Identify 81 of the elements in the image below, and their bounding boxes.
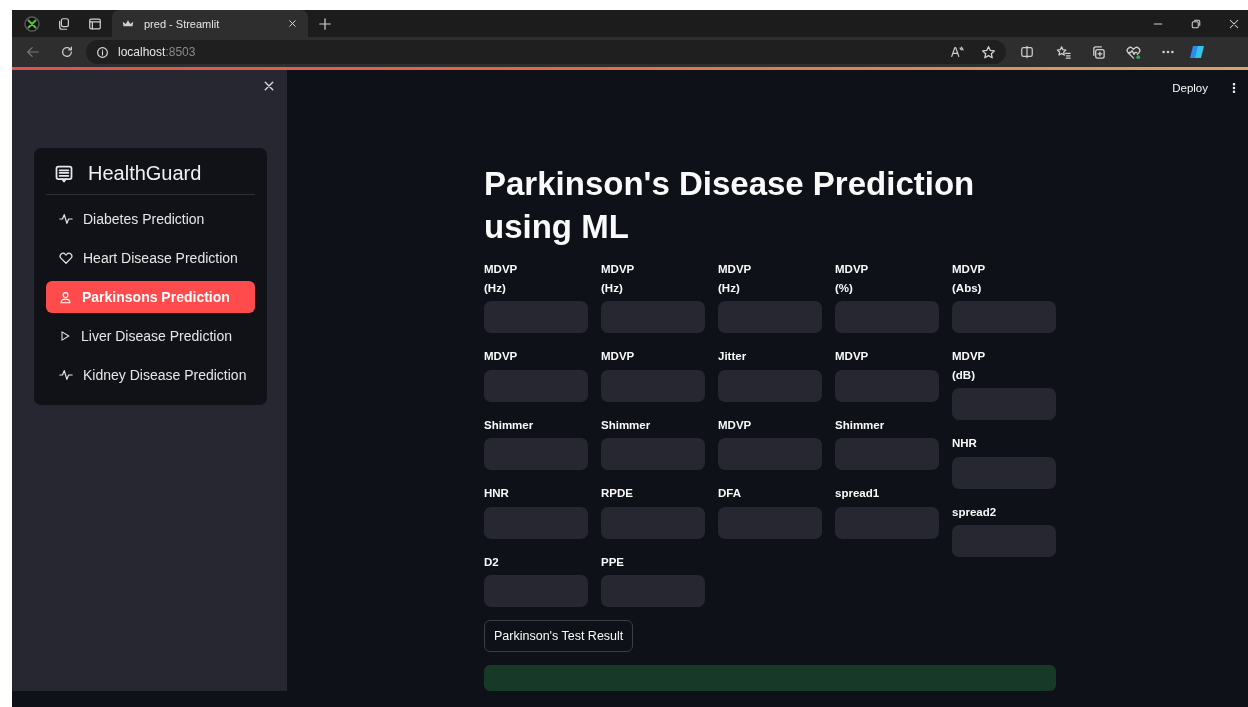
number-input[interactable] (835, 369, 939, 402)
number-input[interactable] (835, 438, 939, 470)
field-label: spread2 (952, 504, 998, 520)
page-heading: Parkinson's Disease Prediction using ML (484, 164, 976, 247)
nav-item[interactable]: Liver Disease Prediction (46, 320, 255, 352)
number-input[interactable] (484, 301, 588, 333)
nav-item[interactable]: Kidney Disease Prediction (46, 359, 255, 391)
tab-title: pred - Streamlit (144, 17, 221, 30)
number-input[interactable] (484, 506, 588, 539)
pulse-icon (59, 212, 73, 226)
field-label: MDVP (%) (835, 262, 870, 296)
number-input[interactable] (718, 369, 822, 402)
test-result-button[interactable]: Parkinson's Test Result (484, 620, 634, 652)
field-label: MDVP (Hz) (718, 262, 753, 296)
field-label: PPE (601, 554, 625, 570)
field-label: MDVP (Hz) (484, 262, 519, 296)
number-input[interactable] (952, 388, 1056, 420)
number-input[interactable] (484, 369, 588, 402)
new-tab-icon[interactable] (318, 16, 332, 31)
number-input[interactable] (718, 301, 822, 333)
field-label: MDVP (Hz) (601, 262, 636, 296)
number-input[interactable] (601, 438, 705, 470)
number-input[interactable] (835, 301, 939, 333)
field-label: HNR (484, 486, 510, 501)
number-input[interactable] (601, 575, 705, 607)
app-title: HealthGuard (88, 162, 202, 185)
field-label: MDVP (Abs) (952, 262, 987, 296)
heart-pulse-icon[interactable] (1126, 44, 1141, 60)
number-input[interactable] (952, 301, 1056, 333)
number-input[interactable] (718, 506, 822, 539)
field-label: Shimmer (835, 417, 886, 433)
triangle-icon (59, 330, 71, 342)
close-icon[interactable] (263, 80, 275, 92)
number-input[interactable] (601, 369, 705, 402)
workspaces-icon[interactable] (57, 16, 71, 31)
split-screen-icon[interactable] (1020, 45, 1034, 59)
address-bar[interactable]: localhost:8503 (86, 40, 1006, 64)
number-input[interactable] (952, 525, 1056, 557)
field-label: MDVP (601, 349, 636, 364)
deploy-button[interactable]: Deploy (1172, 82, 1208, 94)
number-input[interactable] (835, 506, 939, 539)
menu-card-icon (54, 163, 74, 184)
field-label: MDVP (dB) (952, 349, 987, 383)
read-aloud-icon[interactable] (950, 45, 964, 59)
browser-tab[interactable]: pred - Streamlit (112, 10, 308, 37)
profile-icon[interactable] (24, 15, 40, 32)
back-icon[interactable] (26, 45, 40, 59)
close-icon[interactable] (1228, 17, 1240, 30)
nav-item[interactable]: Diabetes Prediction (46, 203, 255, 235)
url-port: :8503 (165, 45, 196, 59)
tab-actions-icon[interactable] (88, 16, 102, 31)
field-label: NHR (952, 436, 978, 451)
field-label: MDVP (718, 417, 753, 433)
person-icon (59, 290, 72, 304)
field-label: Shimmer (484, 417, 535, 433)
field-label: MDVP (835, 349, 870, 364)
heart-icon (59, 251, 73, 265)
favorites-icon[interactable] (1056, 44, 1071, 60)
number-input[interactable] (601, 301, 705, 333)
copilot-icon[interactable] (1189, 44, 1205, 60)
number-input[interactable] (601, 506, 705, 539)
nav-item[interactable]: Heart Disease Prediction (46, 242, 255, 274)
collections-icon[interactable] (1091, 44, 1106, 60)
close-icon[interactable] (287, 18, 298, 29)
pulse-icon (59, 368, 73, 382)
restore-icon[interactable] (1190, 17, 1202, 30)
field-label: DFA (718, 486, 742, 501)
field-label: spread1 (835, 486, 881, 501)
number-input[interactable] (484, 575, 588, 607)
url-host: localhost (118, 45, 166, 59)
star-icon[interactable] (981, 44, 996, 60)
reload-icon[interactable] (60, 45, 74, 59)
number-input[interactable] (718, 438, 822, 470)
field-label: D2 (484, 554, 500, 570)
field-label: Shimmer (601, 417, 652, 433)
number-input[interactable] (952, 456, 1056, 489)
field-label: MDVP (484, 349, 519, 364)
number-input[interactable] (484, 438, 588, 470)
info-icon (96, 45, 109, 59)
field-label: RPDE (601, 486, 634, 501)
field-label: Jitter (718, 349, 748, 364)
